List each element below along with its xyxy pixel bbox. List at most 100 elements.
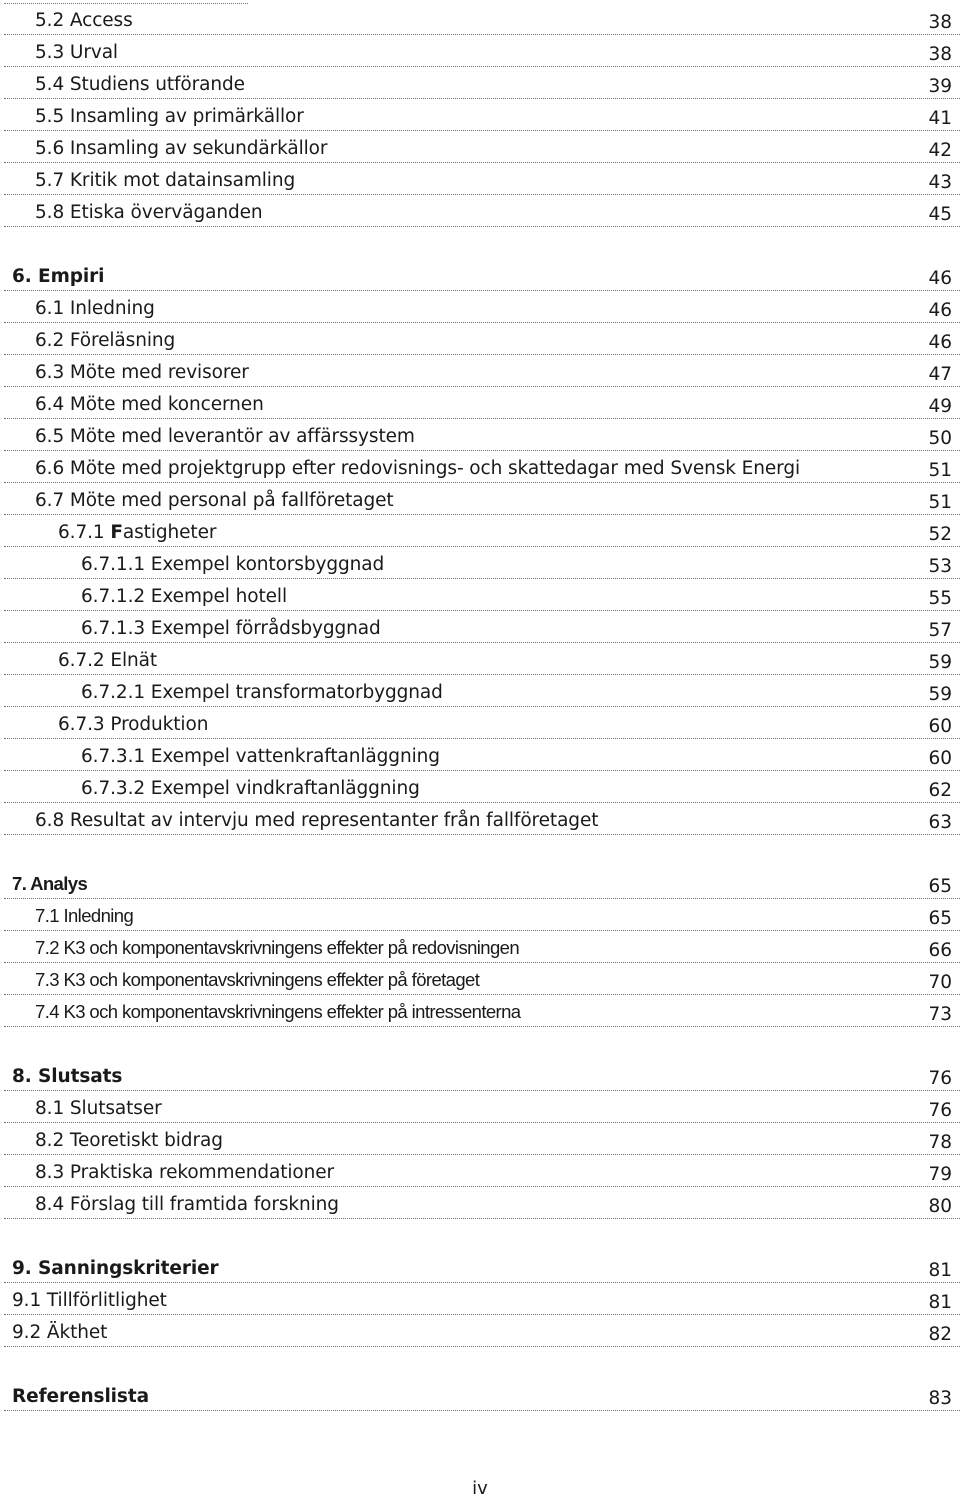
toc-entry-page: 42	[928, 140, 952, 161]
toc-entry-6-7-1-2[interactable]: 6.7.1.2 Exempel hotell 55	[4, 580, 960, 611]
toc-entry-title: 5.4 Studiens utförande	[35, 74, 245, 95]
toc-heading-7[interactable]: 7. Analys 65	[4, 868, 960, 899]
toc-entry-title: 8.3 Praktiska rekommendationer	[35, 1162, 335, 1183]
toc-entry-8-1[interactable]: 8.1 Slutsatser 76	[4, 1092, 960, 1123]
toc-entry-title: 5.3 Urval	[35, 42, 118, 63]
toc-entry-6-1[interactable]: 6.1 Inledning 46	[4, 292, 960, 323]
toc-heading-title: 8. Slutsats	[12, 1066, 123, 1087]
toc-heading-title: 7. Analys	[12, 873, 88, 894]
toc-heading-title: Referenslista	[12, 1386, 149, 1407]
toc-entry-title: 5.7 Kritik mot datainsamling	[35, 170, 296, 191]
toc-entry-page: 46	[928, 268, 952, 289]
toc-entry-title: 9.2 Äkthet	[12, 1322, 108, 1343]
toc-entry-page: 66	[928, 940, 952, 961]
toc-entry-page: 60	[928, 716, 952, 737]
toc-entry-page: 60	[928, 748, 952, 769]
toc-entry-title: 6.8 Resultat av intervju med representan…	[35, 810, 599, 831]
toc-entry-5-2[interactable]: 5.2 Access 38	[4, 4, 960, 35]
toc-entry-title: 6.4 Möte med koncernen	[35, 394, 264, 415]
toc-entry-8-2[interactable]: 8.2 Teoretiskt bidrag 78	[4, 1124, 960, 1155]
toc-entry-title: 5.5 Insamling av primärkällor	[35, 106, 304, 127]
toc-entry-title: 6.7.1.3 Exempel förrådsbyggnad	[81, 618, 381, 639]
toc-entry-6-3[interactable]: 6.3 Möte med revisorer 47	[4, 356, 960, 387]
toc-entry-page: 53	[928, 556, 952, 577]
toc-heading-6[interactable]: 6. Empiri 46	[4, 260, 960, 291]
toc-entry-page: 59	[928, 684, 952, 705]
toc-entry-page: 79	[928, 1164, 952, 1185]
toc-entry-6-4[interactable]: 6.4 Möte med koncernen 49	[4, 388, 960, 419]
toc-entry-6-7-3-2[interactable]: 6.7.3.2 Exempel vindkraftanläggning 62	[4, 772, 960, 803]
toc-entry-title: 7.3 K3 och komponentavskrivningens effek…	[35, 969, 480, 990]
toc-entry-6-8[interactable]: 6.8 Resultat av intervju med representan…	[4, 804, 960, 835]
toc-entry-6-7[interactable]: 6.7 Möte med personal på fallföretaget 5…	[4, 484, 960, 515]
toc-entry-page: 81	[928, 1292, 952, 1313]
toc-heading-8[interactable]: 8. Slutsats 76	[4, 1060, 960, 1091]
toc-entry-page: 46	[928, 332, 952, 353]
toc-entry-page: 65	[928, 876, 952, 897]
toc-entry-title: 7.2 K3 och komponentavskrivningens effek…	[35, 937, 520, 958]
toc-entry-title: 6.7.1.2 Exempel hotell	[81, 586, 287, 607]
toc-entry-8-3[interactable]: 8.3 Praktiska rekommendationer 79	[4, 1156, 960, 1187]
toc-entry-6-2[interactable]: 6.2 Föreläsning 46	[4, 324, 960, 355]
toc-entry-title: 5.2 Access	[35, 10, 133, 31]
toc-entry-page: 46	[928, 300, 952, 321]
toc-entry-7-3[interactable]: 7.3 K3 och komponentavskrivningens effek…	[4, 964, 960, 995]
toc-entry-page: 63	[928, 812, 952, 833]
toc-entry-page: 45	[928, 204, 952, 225]
toc-entry-page: 41	[928, 108, 952, 129]
toc-entry-7-4[interactable]: 7.4 K3 och komponentavskrivningens effek…	[4, 996, 960, 1027]
toc-heading-title: 6. Empiri	[12, 266, 105, 287]
toc-entry-page: 59	[928, 652, 952, 673]
toc-entry-6-7-1-1[interactable]: 6.7.1.1 Exempel kontorsbyggnad 53	[4, 548, 960, 579]
toc-entry-5-3[interactable]: 5.3 Urval 38	[4, 36, 960, 67]
toc-entry-5-5[interactable]: 5.5 Insamling av primärkällor 41	[4, 100, 960, 131]
toc-entry-title: 6.5 Möte med leverantör av affärssystem	[35, 426, 415, 447]
toc-entry-6-7-3[interactable]: 6.7.3 Produktion 60	[4, 708, 960, 739]
toc-entry-6-5[interactable]: 6.5 Möte med leverantör av affärssystem …	[4, 420, 960, 451]
toc-entry-page: 49	[928, 396, 952, 417]
toc-entry-page: 57	[928, 620, 952, 641]
toc-entry-number: 6.7.1	[58, 522, 111, 543]
toc-entry-6-7-3-1[interactable]: 6.7.3.1 Exempel vattenkraftanläggning 60	[4, 740, 960, 771]
toc-entry-6-7-2[interactable]: 6.7.2 Elnät 59	[4, 644, 960, 675]
toc-entry-9-2[interactable]: 9.2 Äkthet 82	[4, 1316, 960, 1347]
toc-entry-title: 6.7.2.1 Exempel transformatorbyggnad	[81, 682, 443, 703]
toc-heading-9[interactable]: 9. Sanningskriterier 81	[4, 1252, 960, 1283]
toc-entry-bold-initial: F	[110, 522, 123, 543]
toc-entry-6-7-1-3[interactable]: 6.7.1.3 Exempel förrådsbyggnad 57	[4, 612, 960, 643]
toc-entry-page: 52	[928, 524, 952, 545]
toc-entry-page: 78	[928, 1132, 952, 1153]
toc-entry-6-6[interactable]: 6.6 Möte med projektgrupp efter redovisn…	[4, 452, 960, 483]
toc-entry-5-4[interactable]: 5.4 Studiens utförande 39	[4, 68, 960, 99]
toc-entry-6-7-2-1[interactable]: 6.7.2.1 Exempel transformatorbyggnad 59	[4, 676, 960, 707]
toc-entry-page: 47	[928, 364, 952, 385]
toc-entry-page: 39	[928, 76, 952, 97]
toc-entry-page: 51	[928, 492, 952, 513]
toc-entry-title: 6.6 Möte med projektgrupp efter redovisn…	[35, 458, 801, 479]
toc-entry-title: 6.7.3.1 Exempel vattenkraftanläggning	[81, 746, 440, 767]
toc-entry-title: 8.1 Slutsatser	[35, 1098, 162, 1119]
toc-entry-page: 43	[928, 172, 952, 193]
toc-entry-page: 76	[928, 1068, 952, 1089]
toc-entry-5-6[interactable]: 5.6 Insamling av sekundärkällor 42	[4, 132, 960, 163]
toc-heading-references[interactable]: Referenslista 83	[4, 1380, 960, 1411]
toc-entry-title: 8.2 Teoretiskt bidrag	[35, 1130, 223, 1151]
toc-entry-page: 83	[928, 1388, 952, 1409]
toc-entry-5-7[interactable]: 5.7 Kritik mot datainsamling 43	[4, 164, 960, 195]
toc-entry-7-1[interactable]: 7.1 Inledning 65	[4, 900, 960, 931]
toc-entry-page: 82	[928, 1324, 952, 1345]
toc-entry-7-2[interactable]: 7.2 K3 och komponentavskrivningens effek…	[4, 932, 960, 963]
toc-entry-page: 38	[928, 44, 952, 65]
toc-entry-5-8[interactable]: 5.8 Etiska överväganden 45	[4, 196, 960, 227]
toc-entry-title: 6.2 Föreläsning	[35, 330, 176, 351]
toc-entry-8-4[interactable]: 8.4 Förslag till framtida forskning 80	[4, 1188, 960, 1219]
toc-entry-title: 9.1 Tillförlitlighet	[12, 1290, 167, 1311]
toc-entry-9-1[interactable]: 9.1 Tillförlitlighet 81	[4, 1284, 960, 1315]
toc-entry-6-7-1[interactable]: 6.7.1 Fastigheter 52	[4, 516, 960, 547]
toc-entry-title: 6.7.3 Produktion	[58, 714, 209, 735]
